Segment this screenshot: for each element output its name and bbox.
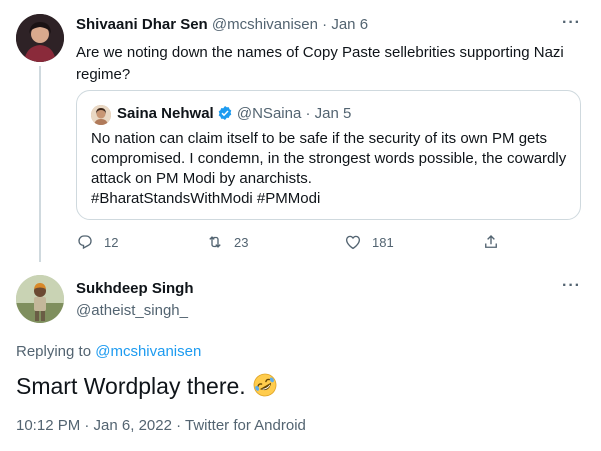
like-button[interactable]: 181 xyxy=(344,233,394,251)
thread-line xyxy=(39,66,41,262)
tweet-header: Shivaani Dhar Sen @mcshivanisen · Jan 6 xyxy=(76,16,368,33)
retweet-icon xyxy=(209,236,221,248)
like-count: 181 xyxy=(372,234,394,250)
quoted-tweet-header: Saina Nehwal @NSaina · Jan 5 xyxy=(117,105,351,122)
replying-prefix: Replying to xyxy=(16,343,92,360)
share-icon xyxy=(485,235,497,248)
avatar[interactable] xyxy=(16,14,64,62)
tweet-timestamp[interactable]: 10:12 PM · Jan 6, 2022 · Twitter for And… xyxy=(16,417,306,434)
verified-badge-icon xyxy=(217,105,233,121)
author-name[interactable]: Shivaani Dhar Sen xyxy=(76,16,208,33)
quoted-author-name: Saina Nehwal xyxy=(117,105,214,122)
quoted-author-handle: @NSaina xyxy=(236,105,302,122)
tweet-date[interactable]: Jan 6 xyxy=(331,16,368,33)
separator: · xyxy=(305,105,311,122)
avatar[interactable] xyxy=(16,275,64,323)
quoted-hashtags[interactable]: #BharatStandsWithModi #PMModi xyxy=(91,189,571,209)
tweet-text: Are we noting down the names of Copy Pas… xyxy=(76,44,564,83)
quoted-tweet-text: No nation can claim itself to be safe if… xyxy=(91,129,571,209)
separator: · xyxy=(322,16,328,33)
replying-to-handle-link[interactable]: @mcshivanisen xyxy=(95,343,201,360)
quoted-tweet-date: Jan 5 xyxy=(314,105,352,122)
main-tweet-text: Smart Wordplay there. xyxy=(16,371,278,401)
reply-icon xyxy=(78,235,92,250)
quoted-avatar xyxy=(91,105,111,125)
quoted-text-line: attack on PM Modi by anarchists. xyxy=(91,170,312,187)
rolling-on-floor-laughing-emoji-icon xyxy=(252,372,278,398)
quoted-tweet-card[interactable]: Saina Nehwal @NSaina · Jan 5 No nation c… xyxy=(76,90,581,220)
heart-icon xyxy=(345,235,361,250)
quoted-text-line: compromised. I condemn, in the strongest… xyxy=(91,150,567,167)
reply-button[interactable]: 12 xyxy=(76,233,118,251)
quoted-text-line: No nation can claim itself to be safe if… xyxy=(91,130,548,147)
more-options-icon[interactable]: ··· xyxy=(562,14,581,32)
author-name[interactable]: Sukhdeep Singh xyxy=(76,280,194,297)
retweet-button[interactable]: 23 xyxy=(206,233,248,251)
reply-count: 12 xyxy=(104,234,119,250)
retweet-count: 23 xyxy=(234,234,249,250)
replying-to: Replying to @mcshivanisen xyxy=(16,343,201,360)
more-options-icon[interactable]: ··· xyxy=(562,277,581,295)
author-handle[interactable]: @mcshivanisen xyxy=(212,16,318,33)
share-button[interactable] xyxy=(482,233,500,251)
author-handle[interactable]: @atheist_singh_ xyxy=(76,302,188,319)
tweet-text: Smart Wordplay there. xyxy=(16,373,246,399)
